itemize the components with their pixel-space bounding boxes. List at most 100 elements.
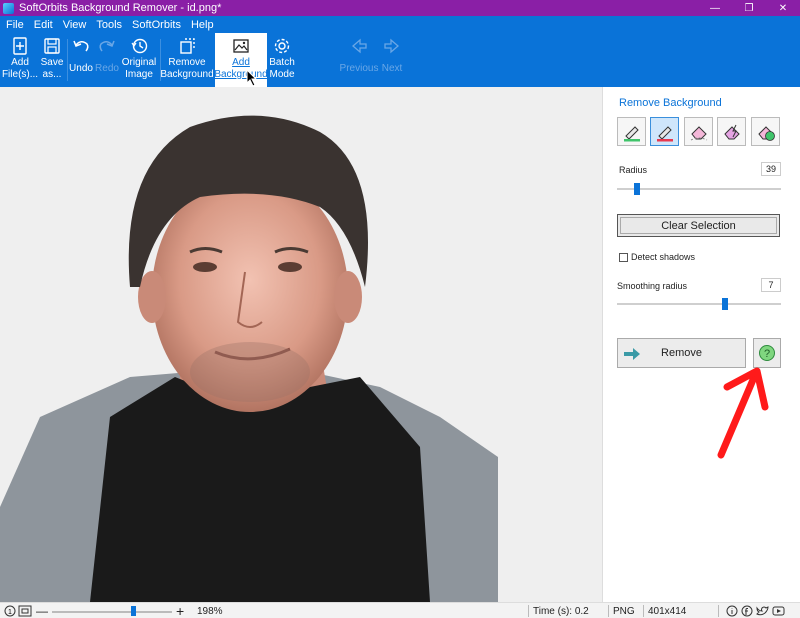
info-icon[interactable] [726, 603, 738, 618]
image-icon [233, 39, 249, 53]
clear-marks-tool[interactable] [751, 117, 780, 146]
undo-icon [73, 40, 89, 52]
keep-marker-tool[interactable] [617, 117, 646, 146]
twitter-icon[interactable] [756, 603, 769, 618]
help-icon: ? [759, 345, 775, 361]
undo-label: Undo [69, 63, 93, 74]
photo-person [0, 115, 498, 602]
status-separator [528, 605, 529, 617]
remove-background-icon [180, 38, 195, 54]
remove-background-panel: Remove Background Radius 39 Clear Select… [602, 87, 800, 602]
menu-bar: File Edit View Tools SoftOrbits Help [0, 16, 800, 33]
svg-text:?: ? [764, 348, 770, 360]
redo-icon [99, 40, 115, 52]
title-bar: SoftOrbits Background Remover - id.png* … [0, 0, 800, 16]
radius-label: Radius [619, 165, 648, 175]
arrow-left-icon [352, 38, 367, 54]
previous-label: Previous [339, 63, 379, 74]
add-files-button[interactable]: Add File(s)... [1, 33, 39, 87]
arrow-right-icon [624, 348, 640, 360]
eraser-icon [690, 125, 707, 140]
smoothing-radius-label: Smoothing radius [617, 281, 688, 291]
status-separator [718, 605, 719, 617]
remove-button[interactable]: Remove [617, 338, 746, 368]
svg-text:1: 1 [8, 609, 12, 616]
app-icon [3, 2, 14, 14]
zoom-in-icon[interactable]: + [176, 603, 184, 618]
auto-eraser-tool[interactable] [717, 117, 746, 146]
mouse-cursor-icon [246, 69, 258, 87]
status-bar: 1 — + 198% Time (s): 0.2 PNG 401x414 [0, 602, 800, 618]
frame-icon [18, 605, 32, 617]
panel-title: Remove Background [619, 97, 722, 109]
add-background-label: Add Background [214, 57, 268, 80]
save-icon [44, 38, 60, 54]
clear-marks-icon [757, 125, 775, 141]
zoom-level: 198% [197, 605, 223, 617]
remove-button-label: Remove [661, 347, 702, 359]
previous-button[interactable]: Previous [340, 33, 378, 87]
time-readout: Time (s): 0.2 [533, 605, 589, 617]
gear-icon [274, 38, 290, 54]
menu-view[interactable]: View [63, 19, 87, 31]
annotation-arrow-icon [717, 367, 769, 459]
window-title: SoftOrbits Background Remover - id.png* [19, 2, 222, 14]
detect-shadows-label: Detect shadows [631, 252, 696, 262]
youtube-icon[interactable] [772, 603, 785, 618]
toolbar: Add File(s)... Save as... Undo Redo Orig… [0, 33, 800, 87]
smoothing-radius-value[interactable]: 7 [761, 278, 781, 292]
auto-eraser-icon [723, 124, 740, 139]
menu-softorbits[interactable]: SoftOrbits [132, 19, 181, 31]
redo-label: Redo [95, 63, 119, 74]
radius-slider-thumb[interactable] [633, 183, 640, 195]
image-dimensions: 401x414 [648, 605, 687, 617]
zoom-slider-thumb[interactable] [130, 606, 136, 616]
image-canvas[interactable] [0, 87, 602, 602]
eraser-tool[interactable] [684, 117, 713, 146]
save-as-button[interactable]: Save as... [38, 33, 66, 87]
facebook-glyph [741, 605, 753, 617]
clear-selection-button[interactable]: Clear Selection [617, 214, 780, 237]
redo-button[interactable]: Redo [94, 33, 120, 87]
remove-background-button[interactable]: Remove Background [160, 33, 214, 87]
smoothing-slider[interactable] [617, 303, 781, 305]
zoom-actual-icon[interactable] [18, 603, 32, 618]
twitter-glyph [756, 606, 769, 616]
clear-selection-focus-ring [620, 217, 777, 234]
batch-mode-label: Batch Mode [269, 57, 295, 80]
add-background-button[interactable]: Add Background [214, 33, 268, 87]
batch-mode-button[interactable]: Batch Mode [268, 33, 296, 87]
fit-icon: 1 [4, 605, 16, 617]
smoothing-slider-thumb[interactable] [722, 298, 729, 310]
status-separator [643, 605, 644, 617]
save-as-label: Save as... [40, 57, 64, 80]
zoom-fit-icon[interactable]: 1 [4, 603, 16, 618]
zoom-out-icon[interactable]: — [36, 603, 48, 618]
original-image-button[interactable]: Original Image [120, 33, 158, 87]
close-button[interactable]: ✕ [766, 0, 800, 16]
next-label: Next [381, 63, 403, 74]
detect-shadows-checkbox[interactable] [619, 253, 628, 262]
add-file-icon [13, 37, 27, 55]
menu-tools[interactable]: Tools [96, 19, 122, 31]
add-files-label: Add File(s)... [1, 57, 39, 80]
menu-edit[interactable]: Edit [34, 19, 53, 31]
undo-button[interactable]: Undo [68, 33, 94, 87]
maximize-button[interactable]: ❐ [732, 0, 766, 16]
keep-marker-icon [623, 125, 640, 141]
remove-marker-tool[interactable] [650, 117, 679, 146]
help-button[interactable]: ? [753, 338, 781, 368]
info-glyph [726, 605, 738, 617]
remove-background-label: Remove Background [160, 57, 214, 80]
arrow-right-icon [384, 38, 399, 54]
next-button[interactable]: Next [378, 33, 406, 87]
radius-value[interactable]: 39 [761, 162, 781, 176]
facebook-icon[interactable] [741, 603, 753, 618]
menu-file[interactable]: File [6, 19, 24, 31]
minimize-button[interactable]: — [698, 0, 732, 16]
status-separator [608, 605, 609, 617]
history-icon [131, 38, 148, 54]
menu-help[interactable]: Help [191, 19, 214, 31]
radius-slider[interactable] [617, 188, 781, 190]
zoom-slider[interactable] [52, 611, 172, 613]
